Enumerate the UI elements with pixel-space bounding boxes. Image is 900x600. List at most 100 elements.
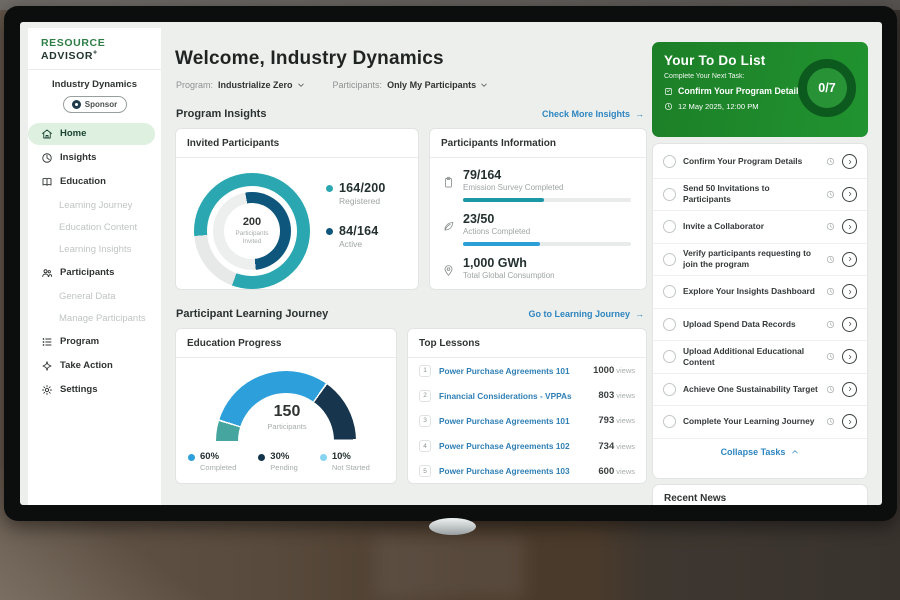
todo-item[interactable]: Confirm Your Program Details (653, 146, 867, 179)
lesson-rank: 4 (419, 440, 431, 452)
program-insights-header: Program Insights Check More Insights → (176, 108, 644, 120)
legend-dot (188, 454, 195, 461)
go-button[interactable] (842, 187, 857, 202)
go-button[interactable] (842, 219, 857, 234)
checkbox[interactable] (663, 155, 676, 168)
checkbox[interactable] (663, 415, 676, 428)
todo-item[interactable]: Explore Your Insights Dashboard (653, 276, 867, 309)
dashboard-screen: RESOURCE ADVISOR+ Industry Dynamics Spon… (20, 22, 882, 505)
checkbox[interactable] (663, 253, 676, 266)
clock-icon (826, 157, 835, 166)
participants-information-card: Participants Information 79/164 Emission… (429, 128, 647, 290)
checkbox[interactable] (663, 285, 676, 298)
lesson-rank: 2 (419, 390, 431, 402)
filter-bar: Program: Industrialize Zero Participants… (176, 80, 488, 90)
sidebar-item-general-data[interactable]: General Data (28, 286, 161, 307)
section-title: Participant Learning Journey (176, 308, 328, 320)
chevron-right-icon (847, 289, 853, 295)
go-to-learning-journey-link[interactable]: Go to Learning Journey → (528, 309, 644, 319)
todo-item[interactable]: Upload Spend Data Records (653, 309, 867, 342)
sidebar-item-education-content[interactable]: Education Content (28, 217, 161, 238)
clock-icon (826, 385, 835, 394)
collapse-tasks-link[interactable]: Collapse Tasks (653, 439, 867, 465)
sidebar-item-settings[interactable]: Settings (28, 379, 155, 401)
sidebar-item-label: Education Content (59, 222, 137, 233)
progress-track (463, 198, 631, 202)
gauge-center-label: Participants (176, 422, 398, 431)
gauge-center: 150 Participants (176, 403, 398, 431)
go-button[interactable] (842, 349, 857, 364)
lesson-link[interactable]: Power Purchase Agreements 101 (439, 366, 585, 376)
lesson-views: 803views (598, 390, 635, 401)
go-button[interactable] (842, 317, 857, 332)
sidebar-item-insights[interactable]: Insights (28, 147, 155, 169)
checkbox[interactable] (663, 220, 676, 233)
sidebar-item-learning-insights[interactable]: Learning Insights (28, 239, 161, 260)
metric-label: Actions Completed (463, 227, 631, 236)
todo-progress-value: 0/7 (818, 81, 835, 95)
todo-item[interactable]: Upload Additional Educational Content (653, 341, 867, 374)
progress-fill (463, 198, 544, 202)
lesson-link[interactable]: Financial Considerations - VPPAs (439, 391, 590, 401)
chevron-right-icon (847, 321, 853, 327)
clock-icon (826, 352, 835, 361)
program-select[interactable]: Industrialize Zero (218, 80, 305, 90)
metric-actions-completed: 23/50 Actions Completed (430, 202, 646, 246)
todo-item[interactable]: Achieve One Sustainability Target (653, 374, 867, 407)
checkbox[interactable] (663, 350, 676, 363)
sidebar-item-manage-participants[interactable]: Manage Participants (28, 308, 161, 329)
sidebar-item-home[interactable]: Home (28, 123, 155, 145)
checkbox[interactable] (663, 188, 676, 201)
registered-label: Registered (339, 196, 386, 206)
sidebar-item-label: Education (60, 176, 106, 187)
clock-icon (826, 287, 835, 296)
legend-dot (320, 454, 327, 461)
metric-emission-survey: 79/164 Emission Survey Completed (430, 158, 646, 202)
sponsor-icon (72, 100, 81, 109)
chevron-right-icon (847, 191, 853, 197)
clock-icon (826, 417, 835, 426)
clock-icon (826, 222, 835, 231)
chevron-right-icon (847, 224, 853, 230)
sidebar-item-program[interactable]: Program (28, 331, 155, 353)
lesson-link[interactable]: Power Purchase Agreements 101 (439, 416, 590, 426)
go-button[interactable] (842, 284, 857, 299)
go-button[interactable] (842, 252, 857, 267)
chevron-up-icon (791, 448, 799, 456)
sidebar-item-learning-journey[interactable]: Learning Journey (28, 195, 161, 216)
checkbox[interactable] (663, 383, 676, 396)
program-filter-label: Program: (176, 80, 213, 90)
background-scene: RESOURCE ADVISOR+ Industry Dynamics Spon… (0, 0, 900, 600)
app-logo[interactable]: RESOURCE ADVISOR+ (28, 28, 161, 70)
active-label: Active (339, 239, 378, 249)
chevron-right-icon (847, 256, 853, 262)
clock-icon (826, 255, 835, 264)
page-title: Welcome, Industry Dynamics (175, 48, 444, 70)
insights-icon (41, 152, 53, 164)
lesson-views: 600views (598, 466, 635, 477)
check-more-insights-link[interactable]: Check More Insights → (542, 109, 644, 119)
sidebar: RESOURCE ADVISOR+ Industry Dynamics Spon… (28, 28, 161, 505)
take-action-icon (41, 360, 53, 372)
sidebar-item-take-action[interactable]: Take Action (28, 355, 155, 377)
participants-select[interactable]: Only My Participants (387, 80, 488, 90)
card-title: Participants Information (430, 129, 646, 158)
sidebar-item-education[interactable]: Education (28, 171, 155, 193)
lesson-row: 5 Power Purchase Agreements 103 600views (408, 459, 646, 484)
arrow-right-icon: → (635, 309, 644, 319)
checkbox[interactable] (663, 318, 676, 331)
sidebar-item-participants[interactable]: Participants (28, 262, 155, 284)
todo-item[interactable]: Verify participants requesting to join t… (653, 244, 867, 277)
go-button[interactable] (842, 414, 857, 429)
sidebar-item-label: Insights (60, 152, 96, 163)
lesson-row: 2 Financial Considerations - VPPAs 803vi… (408, 383, 646, 408)
todo-item[interactable]: Invite a Collaborator (653, 211, 867, 244)
sidebar-item-label: Manage Participants (59, 313, 146, 324)
go-button[interactable] (842, 382, 857, 397)
todo-item[interactable]: Complete Your Learning Journey (653, 406, 867, 439)
lesson-link[interactable]: Power Purchase Agreements 102 (439, 441, 590, 451)
go-button[interactable] (842, 154, 857, 169)
legend-completed: 60% Completed (188, 451, 236, 472)
todo-item[interactable]: Send 50 Invitations to Participants (653, 179, 867, 212)
lesson-link[interactable]: Power Purchase Agreements 103 (439, 466, 590, 476)
